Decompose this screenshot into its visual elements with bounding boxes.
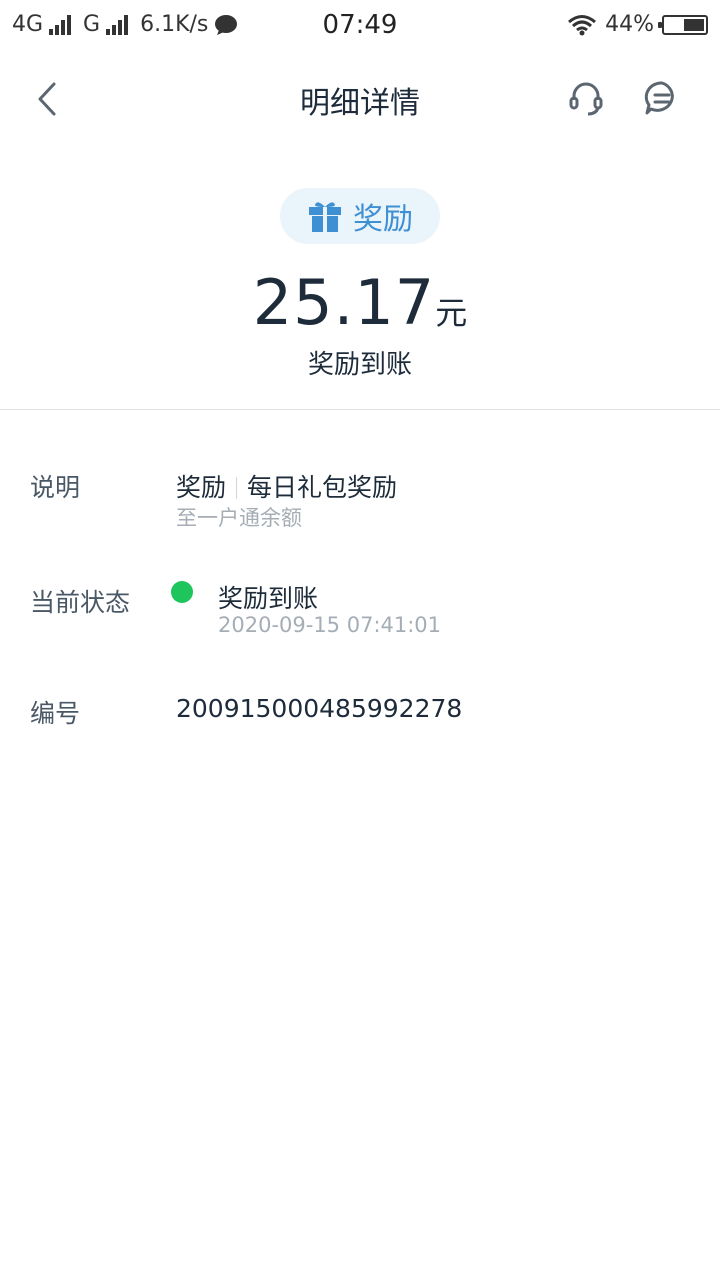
- battery-icon: [658, 14, 708, 35]
- nav-bar: 明细详情: [0, 52, 720, 144]
- amount-value: 25.17: [252, 266, 436, 339]
- page-title: 明细详情: [300, 86, 420, 121]
- amount: 25.17元: [0, 266, 720, 339]
- serial-label: 编号: [30, 699, 81, 728]
- status-right: 44%: [567, 12, 708, 37]
- current-status-label: 当前状态: [30, 588, 131, 617]
- description-name: 每日礼包奖励: [247, 473, 398, 502]
- separator: [236, 477, 238, 499]
- amount-status: 奖励到账: [307, 350, 412, 380]
- battery-percent: 44%: [605, 12, 654, 37]
- wifi-icon: [568, 14, 597, 35]
- type-label: 奖励: [353, 202, 413, 237]
- amount-unit: 元: [435, 294, 468, 332]
- current-status-time: 2020-09-15 07:41:01: [218, 613, 442, 637]
- type-badge: 奖励: [280, 188, 440, 244]
- description-label: 说明: [30, 473, 81, 502]
- current-status-value: 奖励到账: [218, 584, 319, 613]
- status-bar: 4G G 6.1K/s 07:49 44%: [0, 0, 720, 52]
- message-icon[interactable]: [642, 78, 682, 118]
- serial-value: 200915000485992278: [176, 694, 463, 723]
- status-dot: [171, 581, 193, 603]
- description-destination: 至一户通余额: [176, 506, 302, 530]
- divider: [0, 409, 720, 410]
- gift-icon: [309, 202, 341, 232]
- description-category: 奖励: [176, 473, 227, 502]
- customer-service-icon[interactable]: [566, 78, 606, 118]
- description-value: 奖励 每日礼包奖励: [176, 468, 397, 504]
